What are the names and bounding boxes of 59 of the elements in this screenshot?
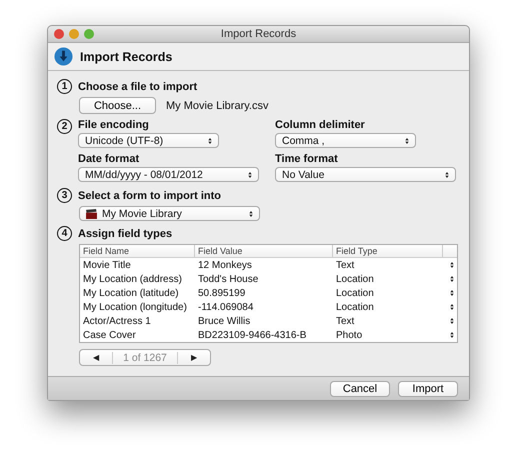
clapperboard-icon [86,208,97,218]
step-number: 2 [57,119,72,134]
stepper-arrows-icon[interactable] [450,317,454,325]
column-header[interactable]: Field Name [80,245,195,257]
table-cell-text: Location [335,302,375,312]
dialog-button[interactable]: Cancel [330,380,390,396]
next-button[interactable]: ▶ [178,353,210,362]
encoding-dropdown[interactable]: Unicode (UTF-8) [78,133,219,148]
previous-button[interactable]: ◀ [80,353,112,362]
table-cell-text: -114.069084 [197,302,254,312]
table-cell-text: My Location (address) [82,274,183,284]
file-name: My Movie Library.csv [166,100,268,112]
step-title: File encoding [78,119,150,131]
table-cell-text: Actor/Actress 1 [82,316,152,326]
stepper-arrows-icon[interactable] [450,275,454,283]
field-label: Date format [78,153,140,165]
table-cell-text: Text [335,260,356,270]
window-title: Import Records [220,28,296,40]
table-cell-text: Location [335,288,375,298]
dialog-button[interactable]: Import [398,380,458,396]
step-title: Select a form to import into [78,190,222,202]
dropdown-arrows-icon [248,170,252,178]
table-cell-text: Movie Title [82,260,132,270]
field-label: Time format [275,153,339,165]
choose-file-button[interactable]: Choose... [79,97,156,114]
table-cell-text: 12 Monkeys [197,260,253,270]
close-button[interactable] [54,29,64,39]
stepper-arrows-icon[interactable] [450,261,454,269]
table-cell-text: 50.895199 [197,288,246,298]
step-number: 3 [57,188,72,203]
dropdown-arrows-icon [249,210,253,218]
table-cell-text: My Location (longitude) [82,302,188,312]
date-format-dropdown[interactable]: MM/dd/yyyy - 08/01/2012 [78,167,259,182]
time-format-dropdown[interactable]: No Value [275,167,456,182]
dropdown-arrows-icon [405,136,409,144]
stepper-arrows-icon[interactable] [450,331,454,339]
step-number: 4 [57,226,72,241]
table-cell-text: Location [335,274,375,284]
dialog-heading: Import Records [80,50,172,64]
table-cell-text: BD223109-9466-4316-B [197,330,308,340]
form-dropdown[interactable]: My Movie Library [79,206,260,221]
stepper-arrows-icon[interactable] [450,303,454,311]
record-counter: 1 of 1267 [112,352,178,364]
column-header[interactable]: Field Type [333,245,443,257]
table-cell-text: Text [335,316,356,326]
field-label: Column delimiter [275,119,366,131]
table-cell-text: Todd's House [197,274,260,284]
stepper-arrows-icon[interactable] [450,289,454,297]
table-cell-text: Bruce Willis [197,316,252,326]
table-cell-text: My Location (latitude) [82,288,180,298]
column-header[interactable]: Field Value [195,245,333,257]
step-number: 1 [57,79,72,94]
dropdown-arrows-icon [445,170,449,178]
table-cell-text: Case Cover [82,330,137,340]
delimiter-dropdown[interactable]: Comma , [275,133,416,148]
table-cell-text: Photo [335,330,364,340]
dropdown-arrows-icon [208,136,212,144]
step-title: Choose a file to import [78,80,198,92]
step-title: Assign field types [78,228,172,240]
